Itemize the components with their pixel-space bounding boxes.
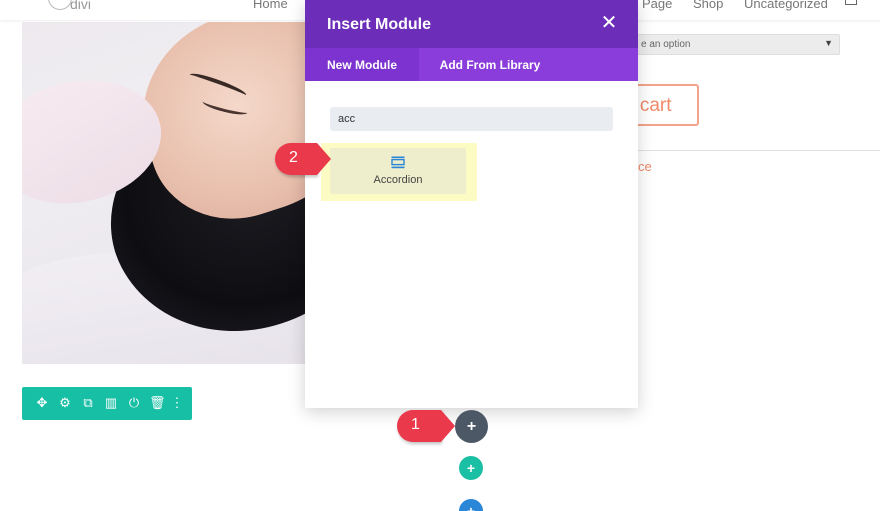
callout-2: 2 <box>275 143 331 175</box>
nav-item-home[interactable]: Home <box>253 0 288 11</box>
logo[interactable] <box>48 0 72 10</box>
variation-select[interactable]: e an option ▼ <box>630 34 840 55</box>
columns-icon[interactable]: ▥ <box>103 395 119 411</box>
modal-tabs: New Module Add From Library <box>305 48 638 81</box>
nav-item-uncategorized[interactable]: Uncategorized <box>744 0 828 11</box>
logo-text: divi <box>70 0 92 12</box>
variation-select-value: e an option <box>641 39 691 50</box>
divider <box>638 150 880 151</box>
product-image <box>22 22 306 364</box>
tab-add-from-library[interactable]: Add From Library <box>419 48 561 81</box>
trash-icon[interactable]: 🗑 <box>149 395 166 411</box>
cart-icon[interactable] <box>845 0 857 5</box>
move-icon[interactable]: ✥ <box>34 395 50 411</box>
page: divi Home Page Shop Uncategorized e an o… <box>0 0 880 511</box>
more-icon[interactable]: ⋮ <box>169 395 185 411</box>
gear-icon[interactable]: ⚙ <box>57 395 73 411</box>
module-accordion-label: Accordion <box>373 174 423 186</box>
nav-item-page[interactable]: Page <box>642 0 672 11</box>
callout-1: 1 <box>397 410 455 442</box>
modal-title: Insert Module <box>327 16 432 33</box>
accordion-icon <box>391 156 405 169</box>
add-section-button[interactable]: + <box>459 499 483 511</box>
close-icon[interactable]: ✕ <box>600 13 618 33</box>
duplicate-icon[interactable]: ⧉ <box>80 395 96 411</box>
module-accordion[interactable]: Accordion <box>330 148 466 194</box>
insert-module-modal: Insert Module ✕ New Module Add From Libr… <box>305 0 638 408</box>
nav-item-shop[interactable]: Shop <box>693 0 723 11</box>
power-icon[interactable]: ⏻ <box>126 395 142 411</box>
module-search-input[interactable] <box>330 107 613 131</box>
chevron-down-icon: ▼ <box>824 38 833 48</box>
modal-header: Insert Module ✕ <box>305 0 638 48</box>
add-module-button[interactable]: + <box>455 410 488 443</box>
add-row-button[interactable]: + <box>459 456 483 480</box>
product-link[interactable]: ce <box>638 159 652 174</box>
tab-new-module[interactable]: New Module <box>305 48 419 81</box>
section-toolbar: ✥ ⚙ ⧉ ▥ ⏻ 🗑 ⋮ <box>22 387 192 420</box>
